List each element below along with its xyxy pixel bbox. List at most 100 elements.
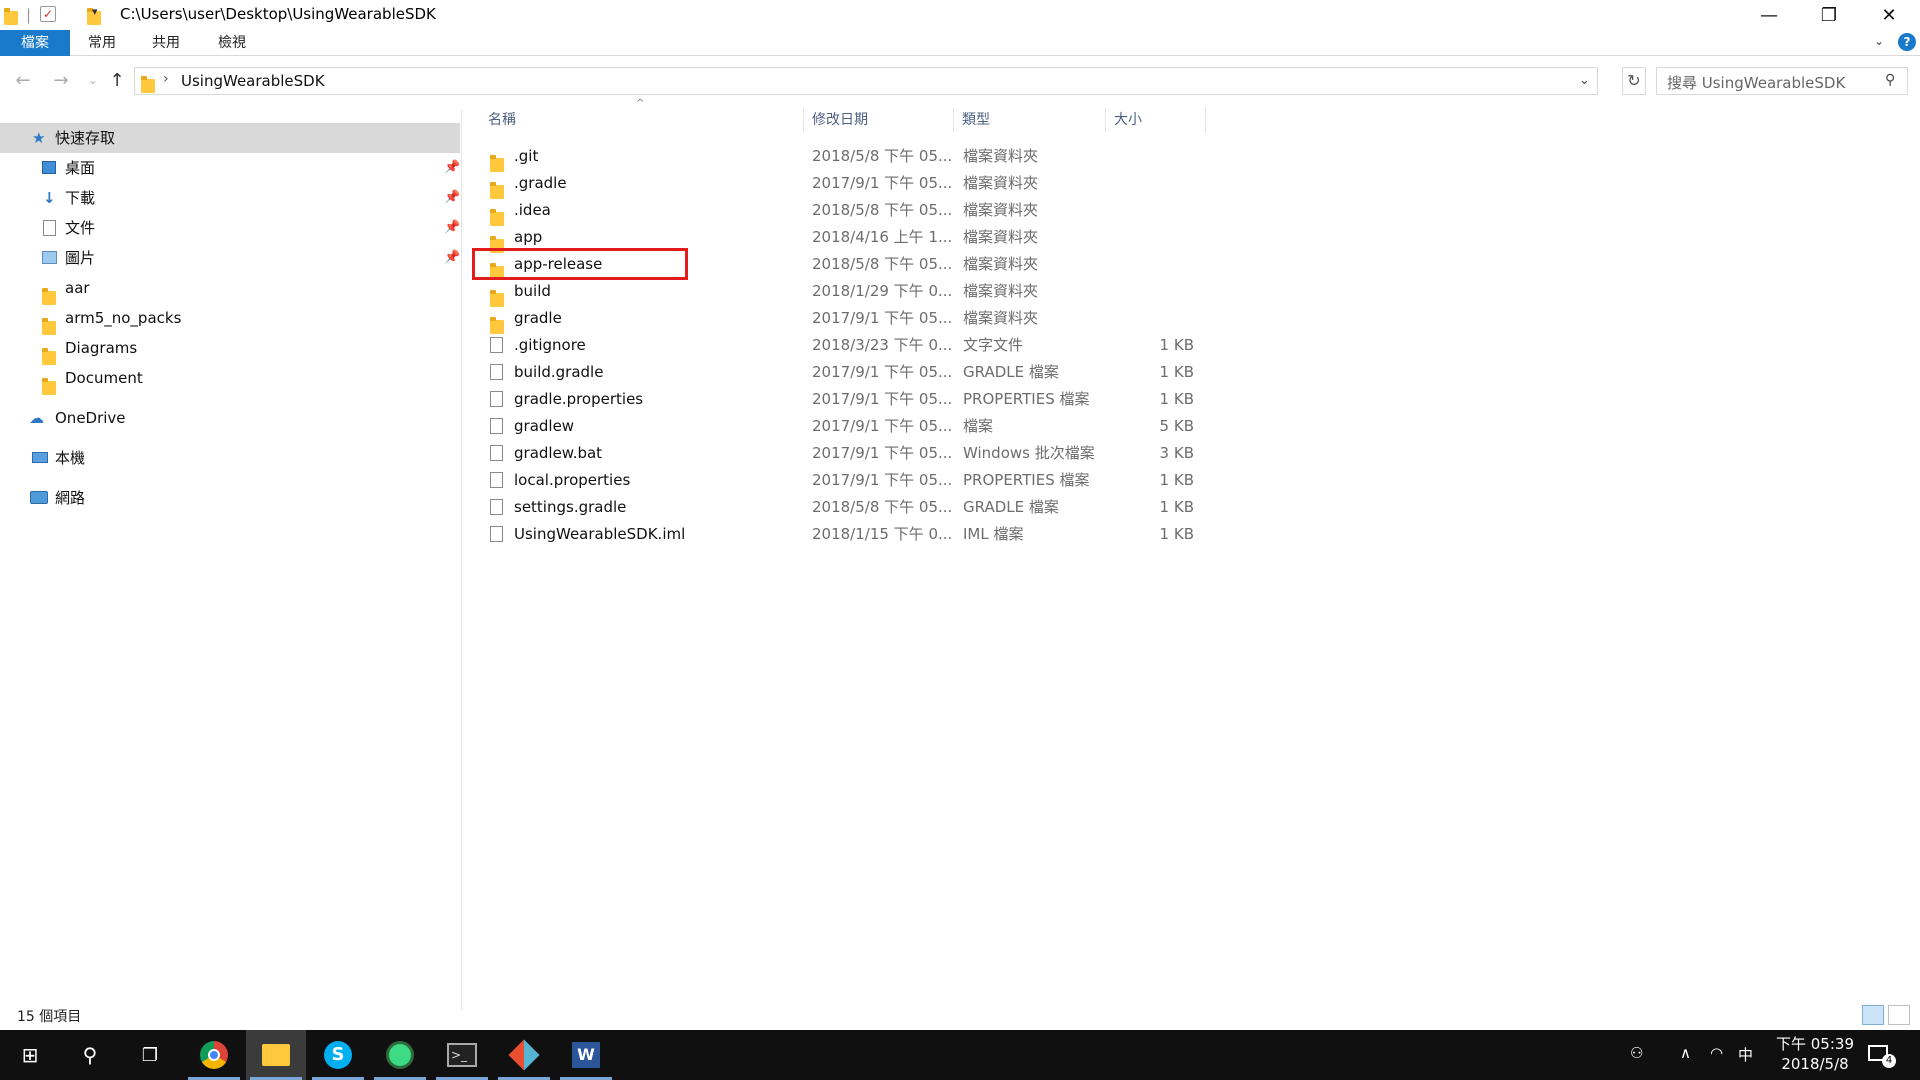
file-name: build.gradle [514,363,604,381]
file-name: build [514,282,551,300]
help-icon[interactable]: ? [1898,33,1916,51]
nav-item-arm5-no-packs[interactable]: arm5_no_packs [0,303,460,335]
file-date: 2017/9/1 下午 05... [812,174,953,192]
chrome-icon[interactable] [184,1030,244,1080]
navigation-pane: ★ 快速存取 桌面 📌 ↓ 下載 📌 文件 📌 圖片 📌 aar arm5_no… [0,110,462,1010]
file-row[interactable]: build 2018/1/29 下午 0... 檔案資料夾 [482,278,1212,307]
show-hidden-icons-icon[interactable]: ∧ [1680,1044,1691,1062]
nav-item-network[interactable]: 網路 [0,483,460,513]
skype-icon[interactable]: S [308,1030,368,1080]
minimize-button[interactable]: — [1740,0,1798,30]
file-type: 文字文件 [963,336,1024,354]
nav-item-onedrive[interactable]: ☁ OneDrive [0,403,460,433]
file-row[interactable]: gradle 2017/9/1 下午 05... 檔案資料夾 [482,305,1212,334]
breadcrumb-chevron-icon[interactable]: › [163,71,169,87]
file-date: 2017/9/1 下午 05... [812,444,953,462]
file-row[interactable]: build.gradle 2017/9/1 下午 05... GRADLE 檔案 1 … [482,359,1212,386]
file-name: .gradle [514,174,567,192]
cloud-icon: ☁ [29,409,44,427]
restore-button[interactable]: ❐ [1800,0,1858,30]
pin-icon[interactable]: 📌 [444,213,460,243]
column-header-size[interactable]: 大小 [1108,108,1206,132]
file-row[interactable]: settings.gradle 2018/5/8 下午 05... GRADLE 檔… [482,494,1212,521]
pin-icon[interactable]: 📌 [444,243,460,273]
file-row[interactable]: app 2018/4/16 上午 1... 檔案資料夾 [482,224,1212,253]
refresh-icon[interactable]: ↻ [1622,67,1646,95]
nav-item-this-pc[interactable]: 本機 [0,443,460,473]
expand-ribbon-icon[interactable]: ⌄ [1874,34,1884,48]
search-input[interactable]: 搜尋 UsingWearableSDK ⚲ [1656,67,1908,95]
column-header-type[interactable]: 類型 [956,108,1106,132]
recent-locations-icon[interactable]: ⌄ [82,70,104,92]
back-arrow-icon[interactable]: ← [12,70,34,92]
file-date: 2018/1/15 下午 0... [812,525,953,543]
file-row[interactable]: UsingWearableSDK.iml 2018/1/15 下午 0... IML… [482,521,1212,548]
word-icon[interactable]: W [556,1030,616,1080]
nav-label: 圖片 [65,249,96,267]
column-header-date[interactable]: 修改日期 [806,108,954,132]
nav-quick-access[interactable]: ★ 快速存取 [0,123,460,153]
pictures-icon [42,251,57,264]
file-type: PROPERTIES 檔案 [963,390,1090,408]
file-icon [490,391,503,407]
properties-icon[interactable]: ✓ [40,6,56,22]
file-name: app [514,228,543,246]
close-button[interactable]: ✕ [1860,0,1918,30]
column-label: 大小 [1114,112,1142,128]
git-icon[interactable] [494,1030,554,1080]
details-view-icon[interactable] [1862,1005,1884,1025]
nav-item-documents[interactable]: 文件 📌 [0,213,460,243]
customize-quick-access-icon[interactable]: ▾ [92,5,98,18]
file-row[interactable]: .git 2018/5/8 下午 05... 檔案資料夾 [482,143,1212,172]
file-type: 檔案資料夾 [963,147,1039,165]
search-icon[interactable]: ⚲ [1885,72,1895,88]
wifi-icon[interactable]: ◠ [1710,1044,1723,1062]
file-row[interactable]: local.properties 2017/9/1 下午 05... PROPERT… [482,467,1212,494]
address-dropdown-icon[interactable]: ⌄ [1579,73,1590,88]
file-type: IML 檔案 [963,525,1024,543]
up-arrow-icon[interactable]: ↑ [106,70,128,92]
file-date: 2018/5/8 下午 05... [812,201,953,219]
task-view-icon[interactable]: ❐ [120,1030,180,1080]
action-center-icon[interactable]: 4 [1868,1042,1896,1068]
nav-label: 本機 [55,449,86,467]
tab-file[interactable]: 檔案 [0,30,70,56]
file-explorer-icon[interactable] [246,1030,306,1080]
address-bar[interactable]: › UsingWearableSDK ⌄ [134,67,1598,95]
nav-item-diagrams[interactable]: Diagrams [0,333,460,365]
tab-view[interactable]: 檢視 [208,30,256,56]
nav-item-document[interactable]: Document [0,363,460,395]
nav-item-desktop[interactable]: 桌面 📌 [0,153,460,183]
file-row[interactable]: .gradle 2017/9/1 下午 05... 檔案資料夾 [482,170,1212,199]
file-row[interactable]: gradle.properties 2017/9/1 下午 05... PROPER… [482,386,1212,413]
pin-icon[interactable]: 📌 [444,153,460,183]
file-date: 2017/9/1 下午 05... [812,390,953,408]
tab-home[interactable]: 常用 [78,30,126,56]
ribbon-tabs: 檔案 常用 共用 檢視 ⌄ ? [0,30,1920,56]
nav-item-pictures[interactable]: 圖片 📌 [0,243,460,273]
column-label: 名稱 [488,112,516,128]
nav-item-downloads[interactable]: ↓ 下載 📌 [0,183,460,213]
search-icon[interactable]: ⚲ [60,1030,120,1080]
file-row[interactable]: .idea 2018/5/8 下午 05... 檔案資料夾 [482,197,1212,226]
terminal-icon[interactable]: >_ [432,1030,492,1080]
breadcrumb-current[interactable]: UsingWearableSDK [181,72,325,90]
file-size: 3 KB [1159,444,1194,462]
file-row[interactable]: gradlew 2017/9/1 下午 05... 檔案 5 KB [482,413,1212,440]
nav-item-aar[interactable]: aar [0,273,460,305]
ime-indicator[interactable]: 中 [1738,1044,1753,1065]
search-placeholder: 搜尋 UsingWearableSDK [1667,74,1846,92]
file-row[interactable]: .gitignore 2018/3/23 下午 0... 文字文件 1 KB [482,332,1212,359]
nav-label: OneDrive [55,409,126,427]
column-header-name[interactable]: 名稱 [482,108,804,132]
large-icons-view-icon[interactable] [1888,1005,1910,1025]
file-type: 檔案資料夾 [963,255,1039,273]
people-icon[interactable]: ⚇ [1630,1044,1643,1062]
tab-share[interactable]: 共用 [142,30,190,56]
windows-start-icon[interactable]: ⊞ [0,1030,60,1080]
forward-arrow-icon[interactable]: → [50,70,72,92]
clock[interactable]: 下午 05:39 2018/5/8 [1760,1034,1870,1074]
pin-icon[interactable]: 📌 [444,183,460,213]
file-row[interactable]: gradlew.bat 2017/9/1 下午 05... Windows 批次檔案… [482,440,1212,467]
android-studio-icon[interactable] [370,1030,430,1080]
